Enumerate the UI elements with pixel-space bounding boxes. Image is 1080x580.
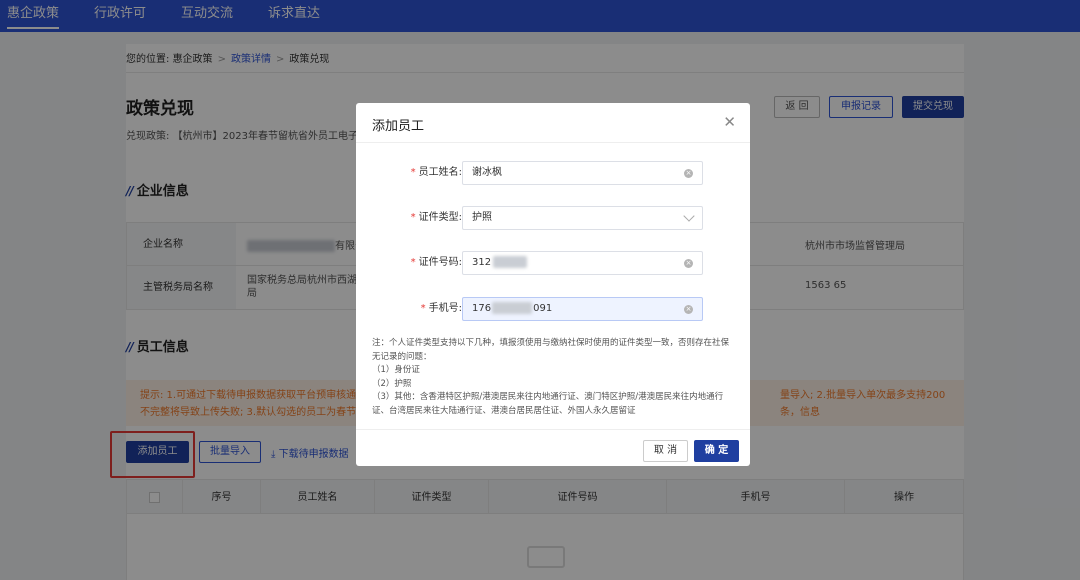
note-line: （2）护照 [372,378,412,389]
field-label: * 手机号: [420,303,462,314]
form-row-id-type: * 证件类型: 护照 [356,206,750,230]
dialog-header: 添加员工 ✕ [356,103,750,143]
chevron-down-icon [683,210,695,222]
note-line: （3）其他：含香港特区护照/港澳居民来往内地通行证、澳门特区护照/港澳居民来往内… [372,392,724,402]
id-number-field[interactable]: 312 × [462,251,703,275]
clear-icon[interactable]: × [684,169,693,178]
id-type-select[interactable]: 护照 [462,206,703,230]
field-label: * 证件类型: [410,212,462,223]
note-line: （1）身份证 [372,365,420,375]
dialog-footer: 取 消 确 定 [356,429,750,466]
form-row-name: * 员工姓名: 谢冰枫 × [356,161,750,185]
employee-name-field[interactable]: 谢冰枫 × [462,161,703,185]
cancel-button[interactable]: 取 消 [643,440,688,462]
field-label: * 证件号码: [410,257,462,268]
form-row-phone: * 手机号: 176 091 × [356,297,750,321]
dialog-title: 添加员工 [372,119,425,134]
note-line: 无记录的问题： [372,351,432,362]
confirm-button[interactable]: 确 定 [694,440,739,462]
form-row-id-number: * 证件号码: 312 × [356,251,750,275]
close-icon[interactable]: ✕ [723,113,736,131]
id-type-note: 注：个人证件类型支持以下几种，填报须使用与缴纳社保时使用的证件类型一致，否则存在… [372,337,738,418]
field-label: * 员工姓名: [410,167,462,178]
clear-icon[interactable]: × [684,259,693,268]
phone-field[interactable]: 176 091 × [462,297,703,321]
add-employee-dialog: 添加员工 ✕ * 员工姓名: 谢冰枫 × * 证件类型: 护照 * 证件号码: 312… [356,103,750,466]
note-line: 证、台湾居民来往大陆通行证、港澳台居民居住证、外国人永久居留证 [372,405,636,416]
clear-icon[interactable]: × [684,305,693,314]
note-line: 注：个人证件类型支持以下几种，填报须使用与缴纳社保时使用的证件类型一致，否则存在… [372,338,730,348]
